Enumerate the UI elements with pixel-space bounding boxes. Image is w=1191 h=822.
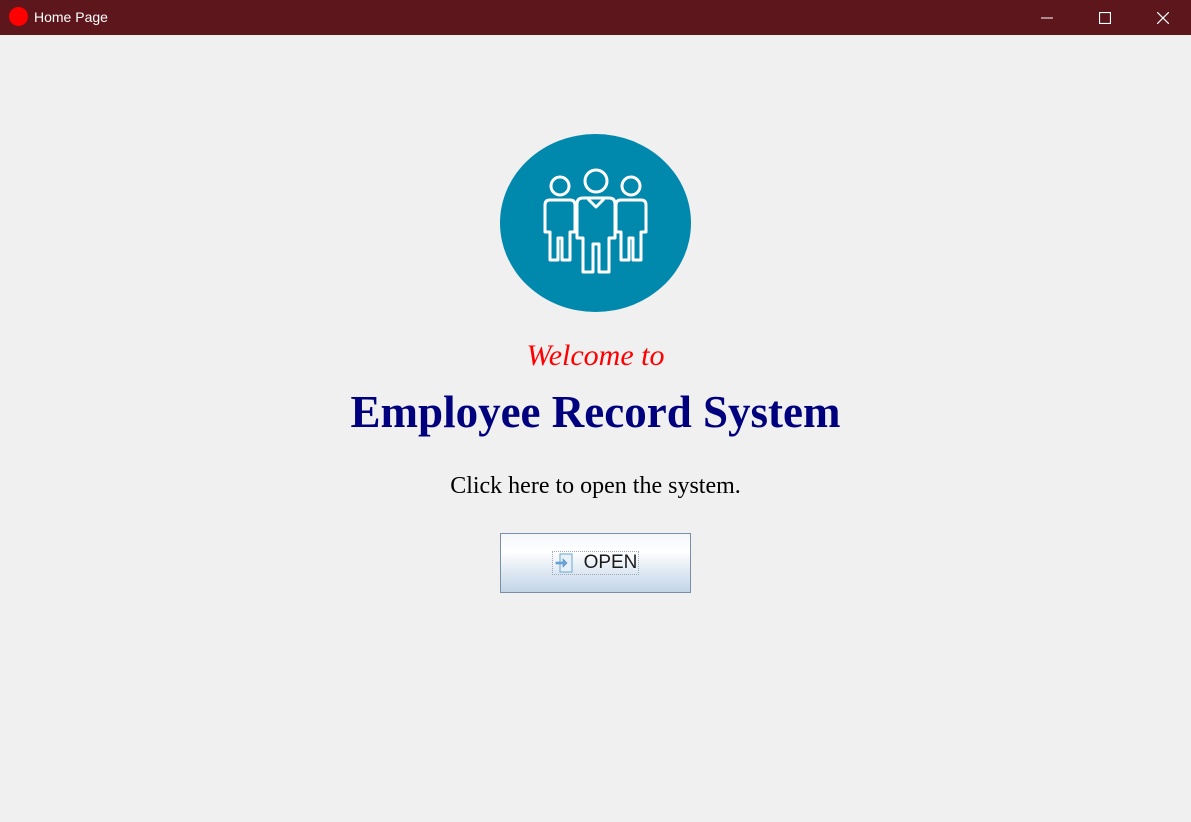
close-icon [1157, 11, 1169, 24]
welcome-text: Welcome to [526, 339, 665, 372]
employees-group-icon [500, 134, 691, 312]
minimize-button[interactable] [1018, 0, 1076, 35]
maximize-button[interactable] [1076, 0, 1134, 35]
minimize-icon [1041, 17, 1053, 18]
open-button-focus: OPEN [551, 551, 640, 575]
window-title: Home Page [34, 9, 108, 25]
instruction-text: Click here to open the system. [450, 473, 741, 499]
title-bar: Home Page [0, 0, 1191, 35]
system-title: Employee Record System [350, 387, 841, 437]
maximize-icon [1099, 11, 1111, 24]
close-button[interactable] [1134, 0, 1191, 35]
open-button[interactable]: OPEN [500, 533, 691, 593]
login-arrow-icon [555, 553, 573, 573]
main-content: Welcome to Employee Record System Click … [0, 35, 1191, 822]
app-icon [9, 7, 28, 26]
open-button-label: OPEN [583, 552, 638, 573]
